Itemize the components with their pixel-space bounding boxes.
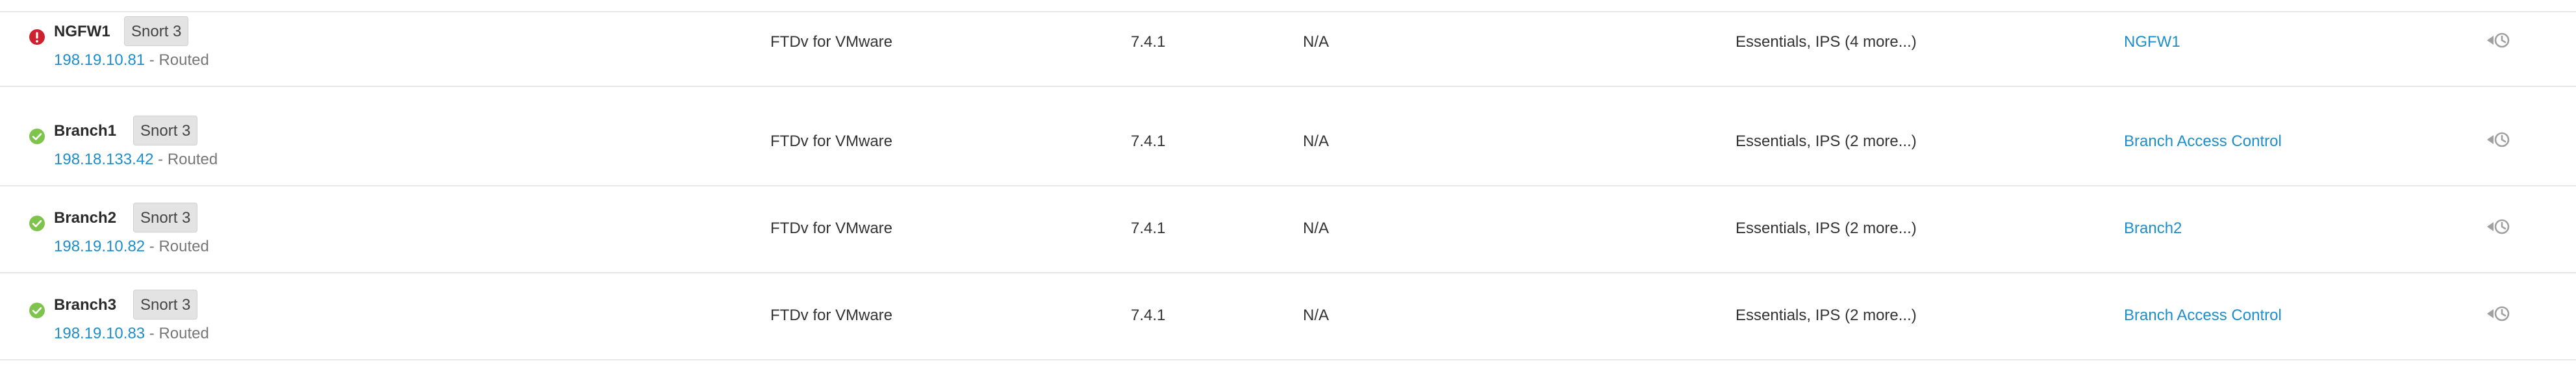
device-mode: Routed	[167, 151, 218, 168]
device-mode: Routed	[158, 325, 209, 342]
revert-history-icon[interactable]	[2485, 30, 2514, 51]
device-chassis: N/A	[1303, 33, 1330, 51]
alert-circle-icon	[29, 29, 45, 45]
device-chassis: N/A	[1303, 132, 1330, 150]
device-ip: 198.19.10.81	[54, 51, 145, 69]
device-mode: Routed	[158, 51, 209, 69]
table-row: Branch1 Snort 3 198.18.133.42 - Routed F…	[0, 99, 2576, 186]
snort-badge: Snort 3	[133, 290, 198, 320]
snort-badge: Snort 3	[124, 16, 189, 46]
table-row: Branch2 Snort 3 198.19.10.82 - Routed FT…	[0, 186, 2576, 273]
device-ip: 198.18.133.42	[54, 151, 154, 168]
check-circle-icon	[29, 215, 45, 232]
device-version: 7.4.1	[1131, 220, 1166, 237]
device-address-line: 198.19.10.81 - Routed	[54, 51, 209, 70]
device-model: FTDv for VMware	[770, 132, 893, 150]
table-row: NGFW1 Snort 3 198.19.10.81 - Routed FTDv…	[0, 0, 2576, 87]
separator: -	[153, 151, 168, 168]
separator: -	[145, 51, 159, 69]
device-version: 7.4.1	[1131, 307, 1166, 324]
device-model: FTDv for VMware	[770, 33, 893, 51]
device-licenses: Essentials, IPS (2 more...)	[1736, 307, 1917, 324]
device-chassis: N/A	[1303, 220, 1330, 237]
access-policy-link[interactable]: Branch Access Control	[2124, 132, 2282, 151]
device-name[interactable]: NGFW1	[54, 22, 110, 42]
separator: -	[145, 238, 159, 255]
device-version: 7.4.1	[1131, 132, 1166, 150]
revert-history-icon[interactable]	[2485, 129, 2514, 150]
revert-history-icon[interactable]	[2485, 216, 2514, 237]
device-address-line: 198.19.10.82 - Routed	[54, 237, 209, 257]
device-address-line: 198.18.133.42 - Routed	[54, 150, 218, 170]
check-circle-icon	[29, 128, 45, 145]
separator: -	[145, 325, 159, 342]
snort-badge: Snort 3	[133, 203, 198, 233]
device-name[interactable]: Branch1	[54, 121, 116, 141]
snort-badge: Snort 3	[133, 116, 198, 145]
table-row: Branch3 Snort 3 198.19.10.83 - Routed FT…	[0, 273, 2576, 360]
device-name[interactable]: Branch3	[54, 296, 116, 315]
device-table: Branch1 Snort 3 198.18.133.42 - Routed F…	[0, 0, 2576, 365]
access-policy-link[interactable]: Branch Access Control	[2124, 306, 2282, 325]
revert-history-icon[interactable]	[2485, 303, 2514, 324]
access-policy-link[interactable]: NGFW1	[2124, 32, 2180, 52]
check-circle-icon	[29, 302, 45, 319]
device-version: 7.4.1	[1131, 33, 1166, 51]
device-licenses: Essentials, IPS (2 more...)	[1736, 220, 1917, 237]
device-licenses: Essentials, IPS (4 more...)	[1736, 33, 1917, 51]
device-address-line: 198.19.10.83 - Routed	[54, 324, 209, 344]
access-policy-link[interactable]: Branch2	[2124, 219, 2182, 238]
device-licenses: Essentials, IPS (2 more...)	[1736, 132, 1917, 150]
device-model: FTDv for VMware	[770, 220, 893, 237]
device-ip: 198.19.10.82	[54, 238, 145, 255]
device-name[interactable]: Branch2	[54, 208, 116, 228]
device-mode: Routed	[158, 238, 209, 255]
device-model: FTDv for VMware	[770, 307, 893, 324]
device-chassis: N/A	[1303, 307, 1330, 324]
device-ip: 198.19.10.83	[54, 325, 145, 342]
